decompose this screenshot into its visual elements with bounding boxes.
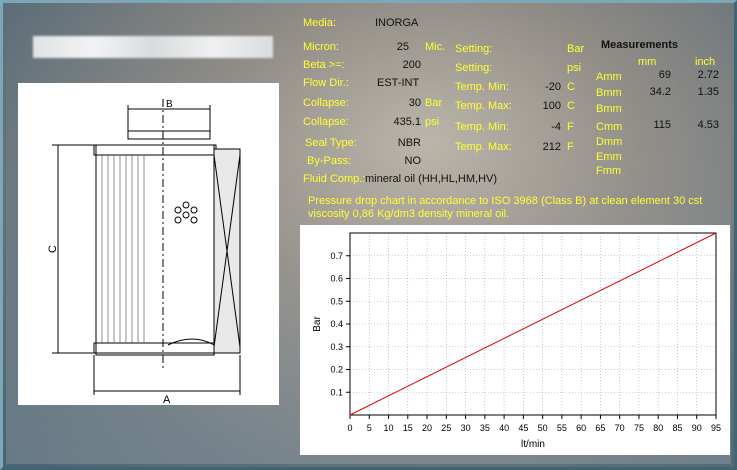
measurements-col-inch: inch [695, 56, 716, 68]
meas-row-c-inch: 4.53 [697, 119, 719, 131]
by-pass-label: By-Pass: [307, 155, 352, 167]
meas-row-b-inch: 1.35 [697, 86, 719, 98]
temp-max-f-label: Temp. Max: [455, 141, 512, 153]
chart-x-tick-label: 25 [441, 423, 451, 433]
seal-type-label: Seal Type: [305, 137, 357, 149]
chart-x-tick-label: 15 [403, 423, 413, 433]
chart-y-tick-label: 0.5 [330, 296, 343, 306]
collapse-bar-label: Collapse: [303, 97, 349, 109]
collapse-psi-label: Collapse: [303, 116, 349, 128]
pressure-drop-chart: 0 5 10 15 20 25 30 35 40 45 50 55 60 65 70 75 80 85 90 95 0.… [300, 225, 730, 455]
beta-label: Beta >=: [303, 59, 345, 71]
chart-x-tick-label: 95 [711, 423, 721, 433]
setting-psi-label: Setting: [455, 62, 493, 74]
chart-x-tick-label: 30 [461, 423, 471, 433]
chart-x-tick-label: 80 [653, 423, 663, 433]
meas-row-b-mm: 34.2 [649, 86, 671, 98]
temp-min-f-label: Temp. Min: [455, 121, 509, 133]
meas-row-a-inch: 2.72 [697, 69, 719, 81]
meas-row-e-label: Emm [596, 151, 622, 163]
micron-value: 25 [396, 41, 409, 53]
chart-x-label: lt/min [521, 439, 545, 450]
collapse-psi-unit: psi [425, 116, 440, 128]
chart-x-tick-label: 50 [538, 423, 548, 433]
chart-x-tick-label: 0 [347, 423, 352, 433]
collapse-bar-unit: Bar [425, 97, 443, 109]
window-frame: B C A Media: INORGA Micron: 25 Mic. Beta… [0, 0, 737, 470]
chart-x-tick-label: 35 [480, 423, 490, 433]
dim-c-label: C [47, 245, 59, 253]
temp-min-f-value: -4 [551, 121, 561, 133]
chart-x-tick-label: 85 [672, 423, 682, 433]
seal-type-value: NBR [397, 137, 421, 149]
chart-y-tick-label: 0.6 [330, 274, 343, 284]
temp-max-c-value: 100 [542, 100, 561, 112]
meas-row-b-label: Bmm [596, 87, 622, 99]
chart-x-tick-label: 65 [595, 423, 605, 433]
meas-row-f-label: Fmm [596, 165, 622, 177]
setting-psi-unit: psi [567, 62, 582, 74]
chart-x-tick-label: 75 [634, 423, 644, 433]
chart-y-tick-label: 0.3 [330, 342, 343, 352]
chart-x-tick-label: 55 [557, 423, 567, 433]
meas-row-d-label: Dmm [596, 136, 623, 148]
setting-bar-unit: Bar [567, 43, 585, 55]
collapse-bar-value: 30 [408, 97, 421, 109]
chart-y-tick-label: 0.2 [330, 365, 343, 375]
chart-x-tick-label: 70 [615, 423, 625, 433]
dim-a-label: A [163, 394, 171, 405]
micron-label: Micron: [303, 41, 340, 53]
chart-y-tick-label: 0.4 [330, 319, 343, 329]
fluid-comp-value: mineral oil (HH,HL,HM,HV) [365, 173, 498, 185]
flow-dir-value: EST-INT [377, 77, 420, 89]
media-value: INORGA [375, 17, 419, 29]
measurements-col-mm: mm [638, 56, 657, 68]
temp-max-c-label: Temp. Max: [455, 100, 512, 112]
meas-row-b2-label: Bmm [596, 103, 622, 115]
temp-max-c-unit: C [567, 100, 575, 112]
filter-element-drawing: B C A [18, 83, 279, 406]
chart-x-tick-label: 20 [422, 423, 432, 433]
temp-min-c-unit: C [567, 81, 575, 93]
temp-max-f-value: 212 [542, 141, 561, 153]
media-label: Media: [303, 17, 337, 29]
meas-row-c-label: Cmm [596, 121, 623, 133]
blurred-product-name [33, 36, 273, 58]
flow-dir-label: Flow Dir.: [303, 77, 349, 89]
chart-x-tick-label: 10 [384, 423, 394, 433]
chart-x-tick-label: 45 [518, 423, 528, 433]
collapse-psi-value: 435.1 [393, 116, 421, 128]
temp-max-f-unit: F [567, 141, 574, 153]
measurements-title: Measurements [601, 39, 679, 51]
meas-row-a-mm: 69 [658, 69, 671, 81]
chart-y-tick-label: 0.7 [330, 251, 343, 261]
by-pass-value: NO [404, 155, 422, 167]
meas-row-c-mm: 115 [653, 119, 671, 131]
meas-row-a-label: Amm [596, 71, 622, 83]
temp-min-c-value: -20 [545, 81, 561, 93]
dim-b-label: B [166, 99, 173, 110]
chart-x-tick-label: 90 [692, 423, 702, 433]
chart-x-tick-label: 5 [367, 423, 372, 433]
micron-unit: Mic. [425, 41, 446, 53]
setting-bar-label: Setting: [455, 43, 493, 55]
chart-svg: 0 5 10 15 20 25 30 35 40 45 50 55 60 65 70 75 80 85 90 95 0.… [312, 232, 721, 450]
temp-min-f-unit: F [567, 121, 574, 133]
pressure-drop-note: Pressure drop chart in accordance to ISO… [308, 195, 703, 220]
fluid-comp-label: Fluid Comp.: [303, 173, 366, 185]
temp-min-c-label: Temp. Min: [455, 81, 509, 93]
chart-x-tick-label: 40 [499, 423, 509, 433]
drawing-svg: B C A [47, 99, 241, 406]
chart-x-tick-label: 60 [576, 423, 586, 433]
chart-y-label: Bar [312, 316, 323, 332]
chart-y-tick-label: 0.1 [330, 387, 343, 397]
beta-value: 200 [402, 59, 421, 71]
